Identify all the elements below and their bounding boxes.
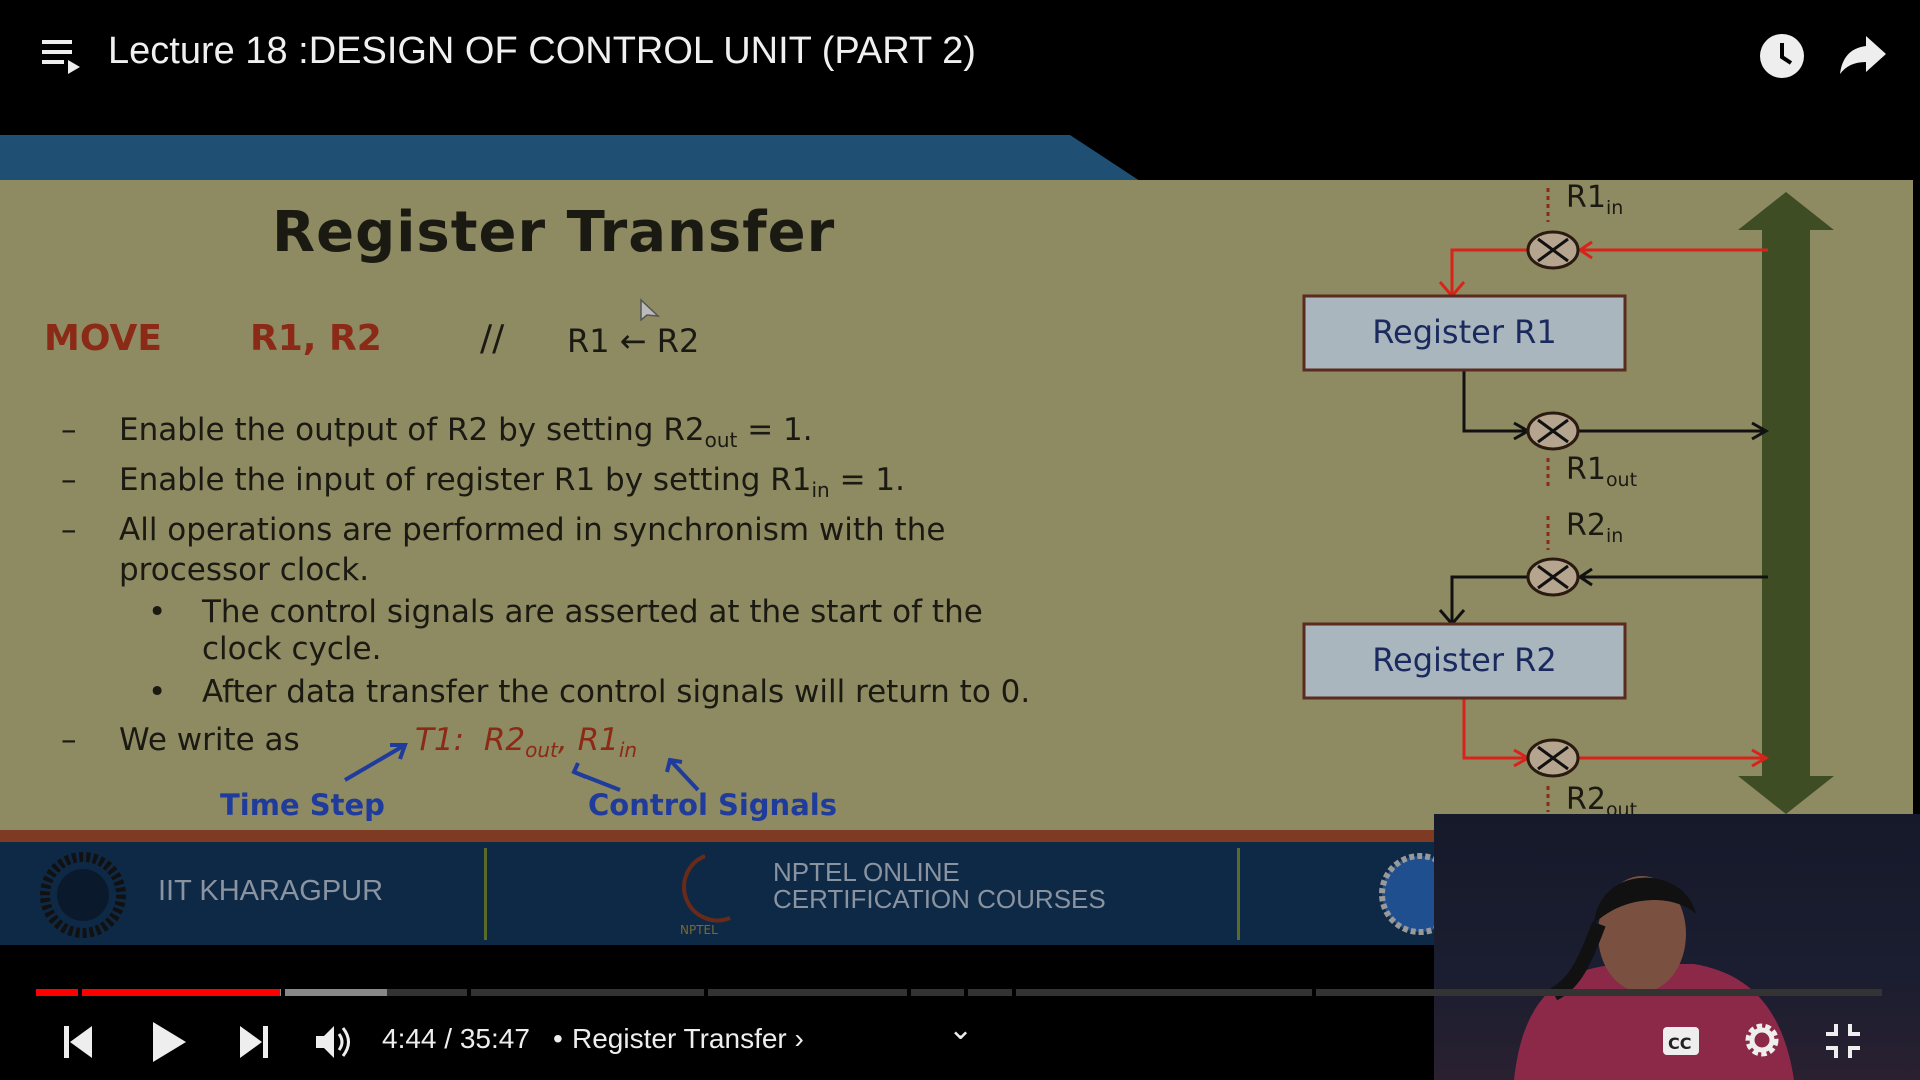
register-r2-label: Register R2 <box>1372 641 1557 679</box>
register-r1-label: Register R1 <box>1372 313 1557 351</box>
r2-in-label: R2in <box>1566 508 1623 547</box>
chapter-title: Register Transfer <box>572 1023 787 1054</box>
chevron-right-icon: › <box>794 1023 804 1054</box>
sig: R1 <box>1566 180 1606 215</box>
bus-to-r2-line <box>1438 567 1768 627</box>
chapter-bullet: • <box>553 1023 563 1054</box>
sig: R2 <box>1566 508 1606 543</box>
divider <box>484 848 487 940</box>
chapter-gap <box>1012 989 1016 996</box>
divider <box>1237 848 1240 940</box>
progress-bar[interactable] <box>36 989 1882 996</box>
chapter-gap <box>281 989 285 996</box>
captions-icon[interactable]: CC <box>1661 1024 1701 1058</box>
svg-text:NPTEL: NPTEL <box>680 923 718 937</box>
subscript: in <box>1605 197 1624 219</box>
r2-to-bus-line <box>1462 698 1770 768</box>
play-icon[interactable] <box>150 1020 190 1064</box>
r1-to-bus-line <box>1462 370 1770 441</box>
nptel-line2: CERTIFICATION COURSES <box>773 884 1106 914</box>
chapter-gap <box>907 989 911 996</box>
chapter-gap <box>78 989 82 996</box>
r1-in-label: R1in <box>1566 180 1623 219</box>
r1-out-label: R1out <box>1566 452 1637 491</box>
subscript: out <box>1605 469 1638 491</box>
iit-kharagpur-text: IIT KHARAGPUR <box>158 875 384 907</box>
current-time: 4:44 <box>382 1023 437 1054</box>
chapter-gap <box>964 989 968 996</box>
exit-fullscreen-icon[interactable] <box>1824 1022 1862 1060</box>
time-display: 4:44 / 35:47 <box>382 1023 530 1055</box>
settings-gear-icon[interactable] <box>1742 1020 1782 1060</box>
chapter-gap <box>704 989 708 996</box>
svg-text:CC: CC <box>1668 1034 1691 1053</box>
nptel-logo: NPTEL <box>680 854 731 937</box>
volume-icon[interactable] <box>314 1022 354 1062</box>
chapter-gap <box>1312 989 1316 996</box>
bus-to-r1-line <box>1450 248 1768 294</box>
chevron-down-icon[interactable]: ⌄ <box>948 1012 973 1047</box>
iit-logo <box>40 852 126 938</box>
iit-seal-icon <box>1379 853 1440 935</box>
sig: R2 <box>1566 782 1606 816</box>
bus-arrow <box>1738 192 1834 814</box>
played-bar <box>36 989 280 996</box>
previous-icon[interactable] <box>62 1024 96 1060</box>
duration: 35:47 <box>459 1023 530 1054</box>
time-separator: / <box>436 1023 460 1054</box>
chapter-button[interactable]: Register Transfer › <box>572 1023 804 1055</box>
chapter-gap <box>467 989 471 996</box>
next-icon[interactable] <box>236 1024 270 1060</box>
r2-out-label: R2out <box>1566 782 1637 816</box>
sig: R1 <box>1566 452 1606 487</box>
subscript: in <box>1605 525 1624 547</box>
